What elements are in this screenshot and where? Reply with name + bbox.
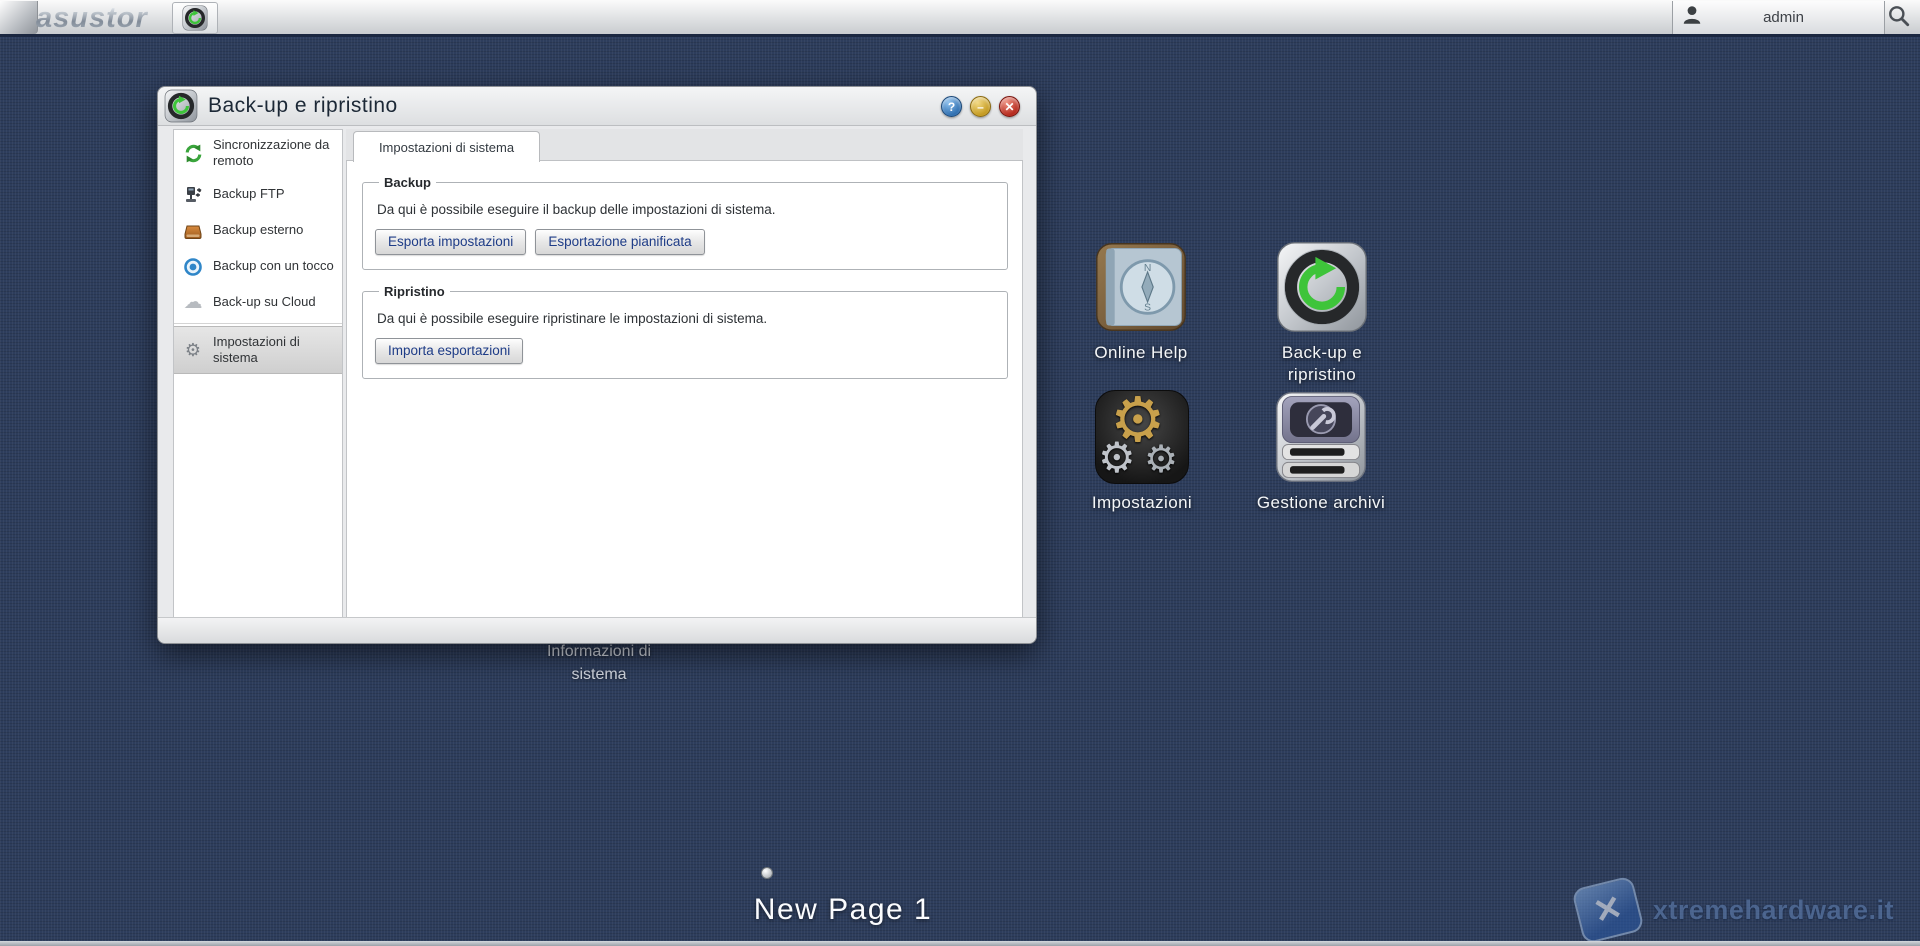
asustor-logo: asustor: [36, 2, 148, 34]
backup-description: Da qui è possibile eseguire il backup de…: [377, 202, 995, 217]
gear-silver-icon: ⚙: [1144, 437, 1178, 482]
desktop-icon-system-information-label[interactable]: Informazioni di sistema: [519, 640, 679, 686]
desktop-icon-label: Impostazioni: [1067, 492, 1217, 514]
sidebar-item-remote-sync[interactable]: Sincronizzazione da remoto: [174, 130, 342, 177]
desktop-background: asustor admin: [0, 0, 1920, 946]
restore-section: Ripristino Da qui è possibile eseguire r…: [362, 284, 1008, 379]
user-icon: [1681, 4, 1703, 31]
desktop-icon-settings[interactable]: ⚙ ⚙ ⚙ Impostazioni: [1067, 390, 1217, 514]
backup-restore-window: Back-up e ripristino ? – ✕ Sincronizzaz: [157, 86, 1037, 644]
user-menu[interactable]: admin: [1672, 1, 1885, 34]
sidebar-item-label: Backup esterno: [213, 222, 303, 238]
corner-tile-button[interactable]: [0, 1, 38, 34]
sidebar-item-label: Backup con un tocco: [213, 258, 334, 274]
sidebar-item-system-settings[interactable]: ⚙ Impostazioni di sistema: [174, 326, 342, 375]
sidebar-item-external-backup[interactable]: Backup esterno: [174, 213, 342, 249]
desktop-icon-label: Online Help: [1066, 342, 1216, 364]
minimize-button[interactable]: –: [970, 96, 991, 117]
import-export-button[interactable]: Importa esportazioni: [375, 338, 523, 364]
window-titlebar[interactable]: Back-up e ripristino ? – ✕: [158, 87, 1036, 126]
sidebar-item-one-touch-backup[interactable]: Backup con un tocco: [174, 249, 342, 285]
cloud-backup-icon: ☁: [182, 292, 204, 314]
watermark: ✕ xtremehardware.it: [1577, 882, 1894, 938]
bottom-edge-strip: [0, 941, 1920, 946]
external-backup-icon: [182, 220, 204, 242]
close-button[interactable]: ✕: [999, 96, 1020, 117]
help-button[interactable]: ?: [941, 96, 962, 117]
one-touch-backup-icon: [182, 256, 204, 278]
sidebar-item-ftp-backup[interactable]: Backup FTP: [174, 177, 342, 213]
xtremehardware-x-icon: ✕: [1571, 875, 1645, 944]
sidebar-divider: [174, 323, 342, 324]
top-bar: asustor admin: [0, 0, 1920, 37]
backup-app-icon: [182, 5, 208, 31]
sidebar-item-label: Impostazioni di sistema: [213, 334, 336, 367]
restore-description: Da qui è possibile eseguire ripristinare…: [377, 311, 995, 326]
window-footer: [158, 617, 1036, 643]
window-title: Back-up e ripristino: [208, 94, 398, 118]
username-label: admin: [1703, 9, 1884, 26]
system-settings-panel: Backup Da qui è possibile eseguire il ba…: [346, 161, 1023, 618]
search-icon: [1887, 4, 1911, 33]
watermark-text: xtremehardware.it: [1653, 895, 1894, 926]
backup-section: Backup Da qui è possibile eseguire il ba…: [362, 175, 1008, 270]
backup-restore-icon: [1275, 240, 1369, 334]
desktop-icon-label: Gestione archivi: [1245, 492, 1397, 514]
storage-manager-icon: [1274, 390, 1368, 484]
sidebar-item-label: Back-up su Cloud: [213, 294, 316, 310]
search-button[interactable]: [1884, 4, 1914, 32]
sidebar-item-label: Sincronizzazione da remoto: [213, 137, 336, 170]
desktop-icon-online-help[interactable]: N S Online Help: [1066, 240, 1216, 364]
backup-sidebar: Sincronizzazione da remoto Backup FTP: [173, 129, 343, 618]
tab-system-settings[interactable]: Impostazioni di sistema: [353, 131, 540, 162]
backup-legend: Backup: [379, 175, 436, 190]
remote-sync-icon: [182, 142, 204, 164]
tab-strip: Impostazioni di sistema: [346, 129, 1023, 161]
online-help-icon: N S: [1094, 240, 1188, 334]
desktop-icon-backup-restore[interactable]: Back-up e ripristino: [1246, 240, 1398, 386]
page-name-label: New Page 1: [754, 893, 932, 927]
ftp-backup-icon: [182, 184, 204, 206]
export-settings-button[interactable]: Esporta impostazioni: [375, 229, 526, 255]
svg-text:S: S: [1144, 303, 1151, 314]
page-indicator-dot[interactable]: [761, 867, 773, 879]
sidebar-item-label: Backup FTP: [213, 186, 285, 202]
system-settings-icon: ⚙: [182, 339, 204, 361]
desktop-icon-storage-manager[interactable]: Gestione archivi: [1245, 390, 1397, 514]
taskbar-app-backup[interactable]: [172, 2, 218, 34]
gear-silver-icon: ⚙: [1098, 433, 1136, 482]
scheduled-export-button[interactable]: Esportazione pianificata: [535, 229, 704, 255]
sidebar-item-cloud-backup[interactable]: ☁ Back-up su Cloud: [174, 285, 342, 321]
restore-legend: Ripristino: [379, 284, 450, 299]
settings-gears-icon: ⚙ ⚙ ⚙: [1095, 390, 1189, 484]
window-app-icon: [164, 89, 198, 123]
desktop-icon-label: Back-up e ripristino: [1246, 342, 1398, 386]
